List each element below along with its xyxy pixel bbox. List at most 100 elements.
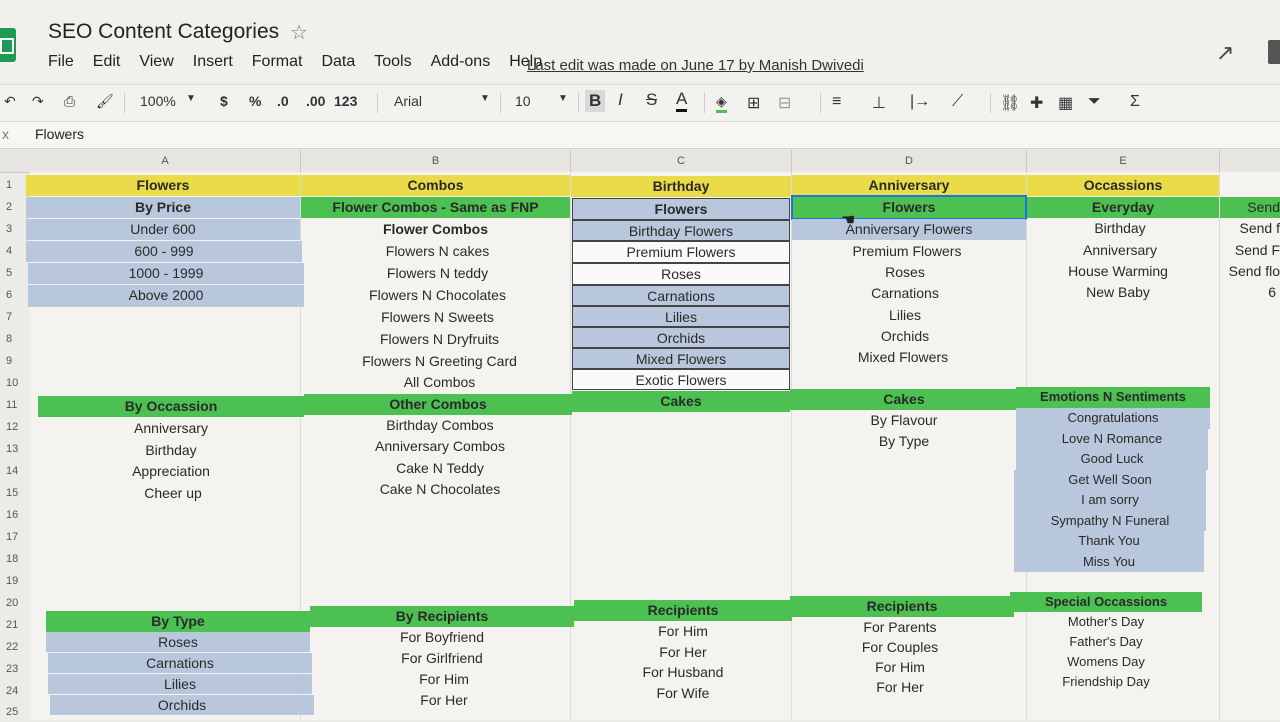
menu-file[interactable]: File (48, 53, 74, 71)
cell-e3[interactable]: Birthday (1024, 218, 1216, 239)
cell-b7[interactable]: Flowers N Sweets (303, 307, 572, 328)
cell-e6[interactable]: New Baby (1022, 282, 1214, 303)
cell-b22[interactable]: For Boyfriend (310, 627, 574, 647)
cell-a11[interactable]: By Occassion (38, 396, 304, 417)
cell-a23[interactable]: Carnations (48, 653, 312, 673)
select-all-corner[interactable] (0, 150, 31, 173)
column-header-b[interactable]: B (301, 150, 571, 173)
row-header[interactable]: 19 (0, 571, 36, 591)
print-icon[interactable]: ⎙ (64, 93, 75, 110)
row-header[interactable]: 21 (0, 615, 36, 635)
row-header[interactable]: 23 (0, 659, 36, 679)
cell-e24[interactable]: Womens Day (1010, 652, 1202, 672)
row-header[interactable]: 17 (0, 527, 36, 547)
row-header[interactable]: 16 (0, 505, 36, 525)
paint-format-icon[interactable]: 🖌 (96, 93, 114, 110)
cell-c21[interactable]: Recipients (574, 600, 792, 621)
cell-b21[interactable]: By Recipients (310, 606, 574, 627)
cell-e19[interactable]: Miss You (1014, 552, 1204, 572)
row-header[interactable]: 11 (0, 395, 36, 415)
currency-button[interactable]: $ (220, 93, 228, 109)
cell-b4[interactable]: Flowers N cakes (303, 241, 572, 262)
cell-d8[interactable]: Orchids (790, 326, 1020, 347)
comment-icon[interactable] (1268, 40, 1280, 64)
activity-trend-icon[interactable]: ↗ (1216, 40, 1234, 66)
cell-c3[interactable]: Birthday Flowers (572, 220, 790, 241)
cell-f2[interactable]: Send (1220, 197, 1280, 218)
cell-b13[interactable]: Anniversary Combos (306, 436, 574, 457)
cell-c9[interactable]: Mixed Flowers (572, 348, 790, 369)
chart-icon[interactable]: ▦ (1058, 93, 1073, 113)
cell-e23[interactable]: Father's Day (1010, 632, 1202, 652)
functions-icon[interactable]: Σ (1130, 93, 1140, 111)
font-select[interactable]: Arial (394, 93, 422, 109)
cell-c25[interactable]: For Wife (574, 683, 792, 703)
cell-a21[interactable]: By Type (46, 611, 310, 632)
menu-addons[interactable]: Add-ons (431, 53, 491, 71)
cell-a15[interactable]: Cheer up (40, 483, 306, 504)
cell-a22[interactable]: Roses (46, 632, 310, 652)
cell-b12[interactable]: Birthday Combos (306, 415, 574, 436)
cell-a5[interactable]: 1000 - 1999 (28, 263, 304, 284)
formula-input[interactable]: Flowers (35, 126, 84, 142)
cell-b11[interactable]: Other Combos (304, 394, 572, 415)
cell-c22[interactable]: For Him (574, 621, 792, 641)
cell-e1[interactable]: Occassions (1027, 175, 1219, 196)
cell-e18[interactable]: Thank You (1014, 531, 1204, 552)
strikethrough-button[interactable]: S (646, 90, 657, 110)
row-header[interactable]: 25 (0, 702, 36, 722)
cell-a3[interactable]: Under 600 (26, 219, 300, 240)
column-header-f[interactable] (1220, 150, 1280, 173)
cell-e16[interactable]: I am sorry (1014, 490, 1206, 511)
decrease-decimal-button[interactable]: .0 (277, 93, 289, 109)
cell-c5[interactable]: Roses (572, 263, 790, 285)
chevron-down-icon[interactable]: ▼ (480, 93, 490, 104)
cell-a6[interactable]: Above 2000 (28, 285, 304, 307)
cell-c10[interactable]: Exotic Flowers (572, 369, 790, 390)
cell-b25[interactable]: For Her (312, 690, 576, 710)
cell-b15[interactable]: Cake N Chocolates (306, 479, 574, 500)
cell-e25[interactable]: Friendship Day (1010, 672, 1202, 692)
cell-d1[interactable]: Anniversary (792, 175, 1026, 196)
cell-d2[interactable]: Flowers (791, 195, 1027, 220)
cell-a14[interactable]: Appreciation (38, 461, 304, 482)
text-wrap-icon[interactable]: |→ (910, 93, 930, 111)
percent-button[interactable]: % (249, 93, 261, 109)
bold-button[interactable]: B (585, 90, 606, 112)
cell-b5[interactable]: Flowers N teddy (303, 263, 572, 284)
vertical-align-icon[interactable]: ⊥ (872, 93, 886, 113)
cell-e4[interactable]: Anniversary (1024, 240, 1216, 261)
cell-b2[interactable]: Flower Combos - Same as FNP (301, 197, 570, 218)
cell-d5[interactable]: Roses (790, 262, 1020, 283)
cell-a1[interactable]: Flowers (26, 175, 300, 196)
cell-d22[interactable]: For Parents (790, 617, 1010, 637)
cell-c2[interactable]: Flowers (572, 198, 790, 220)
cell-c23[interactable]: For Her (574, 642, 792, 662)
column-header-a[interactable]: A (30, 150, 301, 173)
text-rotation-icon[interactable]: ⟋ (952, 93, 963, 111)
cell-d6[interactable]: Carnations (790, 283, 1020, 304)
cell-d12[interactable]: By Flavour (790, 410, 1018, 431)
row-header[interactable]: 13 (0, 439, 36, 459)
sheets-logo-icon[interactable] (0, 28, 16, 62)
row-header[interactable]: 10 (0, 373, 36, 393)
font-size-select[interactable]: 10 (515, 93, 531, 109)
document-title[interactable]: SEO Content Categories (48, 20, 279, 44)
cell-c8[interactable]: Orchids (572, 327, 790, 348)
cell-b8[interactable]: Flowers N Dryfruits (305, 329, 574, 350)
cell-e11[interactable]: Emotions N Sentiments (1016, 387, 1210, 408)
menu-edit[interactable]: Edit (93, 53, 121, 71)
cell-a12[interactable]: Anniversary (38, 418, 304, 439)
borders-icon[interactable]: ⊞ (747, 93, 760, 113)
last-edit-link[interactable]: Last edit was made on June 17 by Manish … (527, 57, 864, 74)
cell-b3[interactable]: Flower Combos (301, 219, 570, 240)
cell-d25[interactable]: For Her (790, 677, 1010, 697)
filter-icon[interactable]: ⏷ (1088, 93, 1101, 111)
row-header[interactable]: 8 (0, 329, 36, 349)
row-header[interactable]: 12 (0, 417, 36, 437)
cell-f6[interactable]: 6 (1220, 282, 1276, 303)
menu-tools[interactable]: Tools (374, 53, 411, 71)
cell-e5[interactable]: House Warming (1022, 261, 1214, 282)
menu-data[interactable]: Data (321, 53, 355, 71)
italic-button[interactable]: I (618, 90, 623, 110)
